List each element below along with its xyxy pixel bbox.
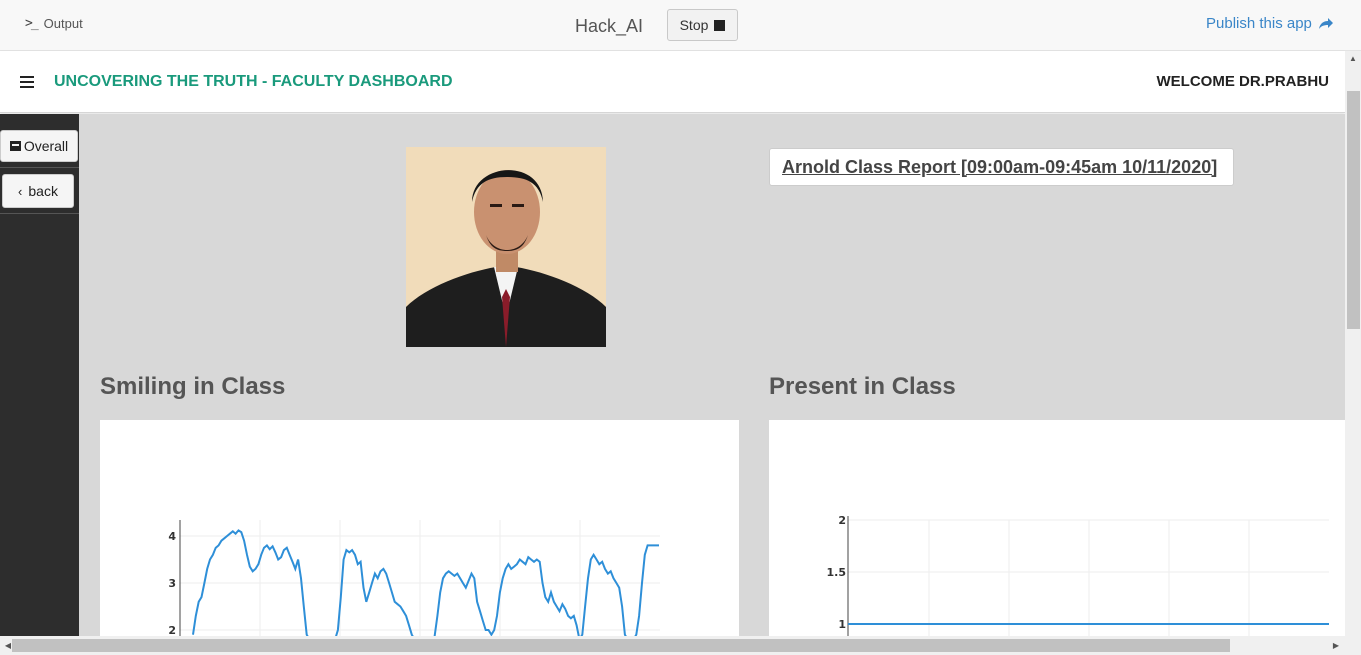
present-chart-panel: 2 1.5 1: [769, 420, 1345, 636]
output-toggle[interactable]: >_ Output: [25, 16, 83, 31]
y-tick-label: 2: [168, 624, 176, 636]
y-tick-label: 2: [838, 514, 846, 527]
chevron-left-icon: ‹: [18, 183, 23, 199]
scroll-thumb[interactable]: [1347, 91, 1360, 329]
archive-icon: [9, 141, 21, 151]
y-tick-label: 1: [838, 618, 846, 631]
hamburger-menu-icon[interactable]: [20, 76, 34, 88]
overall-label: Overall: [23, 138, 69, 154]
output-label: Output: [43, 16, 83, 31]
report-title-box: Arnold Class Report [09:00am-09:45am 10/…: [769, 148, 1234, 186]
publish-app-link[interactable]: Publish this app: [1206, 15, 1334, 32]
publish-label: Publish this app: [1206, 15, 1312, 32]
divider: [0, 167, 79, 168]
welcome-text: WELCOME DR.PRABHU: [1156, 73, 1330, 90]
divider: [0, 213, 79, 214]
main-content: Arnold Class Report [09:00am-09:45am 10/…: [79, 114, 1345, 636]
profile-photo-image: [406, 147, 606, 347]
dashboard-header: UNCOVERING THE TRUTH - FACULTY DASHBOARD…: [0, 51, 1345, 113]
app-topbar: >_ Output Hack_AI Stop Publish this app: [0, 0, 1361, 51]
stop-label: Stop: [679, 17, 709, 33]
horizontal-scrollbar[interactable]: ◀ ▶: [0, 636, 1345, 655]
profile-photo: [406, 147, 606, 347]
scroll-thumb[interactable]: [12, 639, 1230, 652]
stop-button[interactable]: Stop: [667, 9, 738, 41]
back-button[interactable]: ‹ back: [2, 174, 74, 208]
scroll-up-icon[interactable]: ▲: [1345, 51, 1361, 67]
back-label: back: [28, 183, 58, 199]
smiling-section-title: Smiling in Class: [100, 373, 286, 400]
scroll-corner: [1345, 636, 1361, 655]
y-tick-label: 4: [168, 530, 176, 543]
y-tick-label: 3: [168, 577, 176, 590]
present-section-title: Present in Class: [769, 373, 956, 400]
smiling-chart-panel: 4 3 2: [100, 420, 739, 636]
class-report-link[interactable]: Arnold Class Report [09:00am-09:45am 10/…: [782, 157, 1217, 178]
vertical-scrollbar[interactable]: ▲: [1345, 51, 1361, 636]
sidebar: Overall ‹ back: [0, 114, 79, 636]
app-name: Hack_AI: [575, 16, 644, 36]
stop-icon: [714, 19, 726, 31]
y-tick-label: 1.5: [827, 566, 847, 579]
overall-button[interactable]: Overall: [0, 130, 78, 162]
dashboard-title: UNCOVERING THE TRUTH - FACULTY DASHBOARD: [54, 73, 453, 90]
smiling-line-chart: 4 3 2: [168, 520, 660, 636]
terminal-icon: >_: [25, 16, 39, 31]
scroll-right-icon[interactable]: ▶: [1328, 637, 1344, 654]
present-line-chart: 21.51: [827, 514, 1329, 636]
share-arrow-icon: [1318, 18, 1333, 29]
